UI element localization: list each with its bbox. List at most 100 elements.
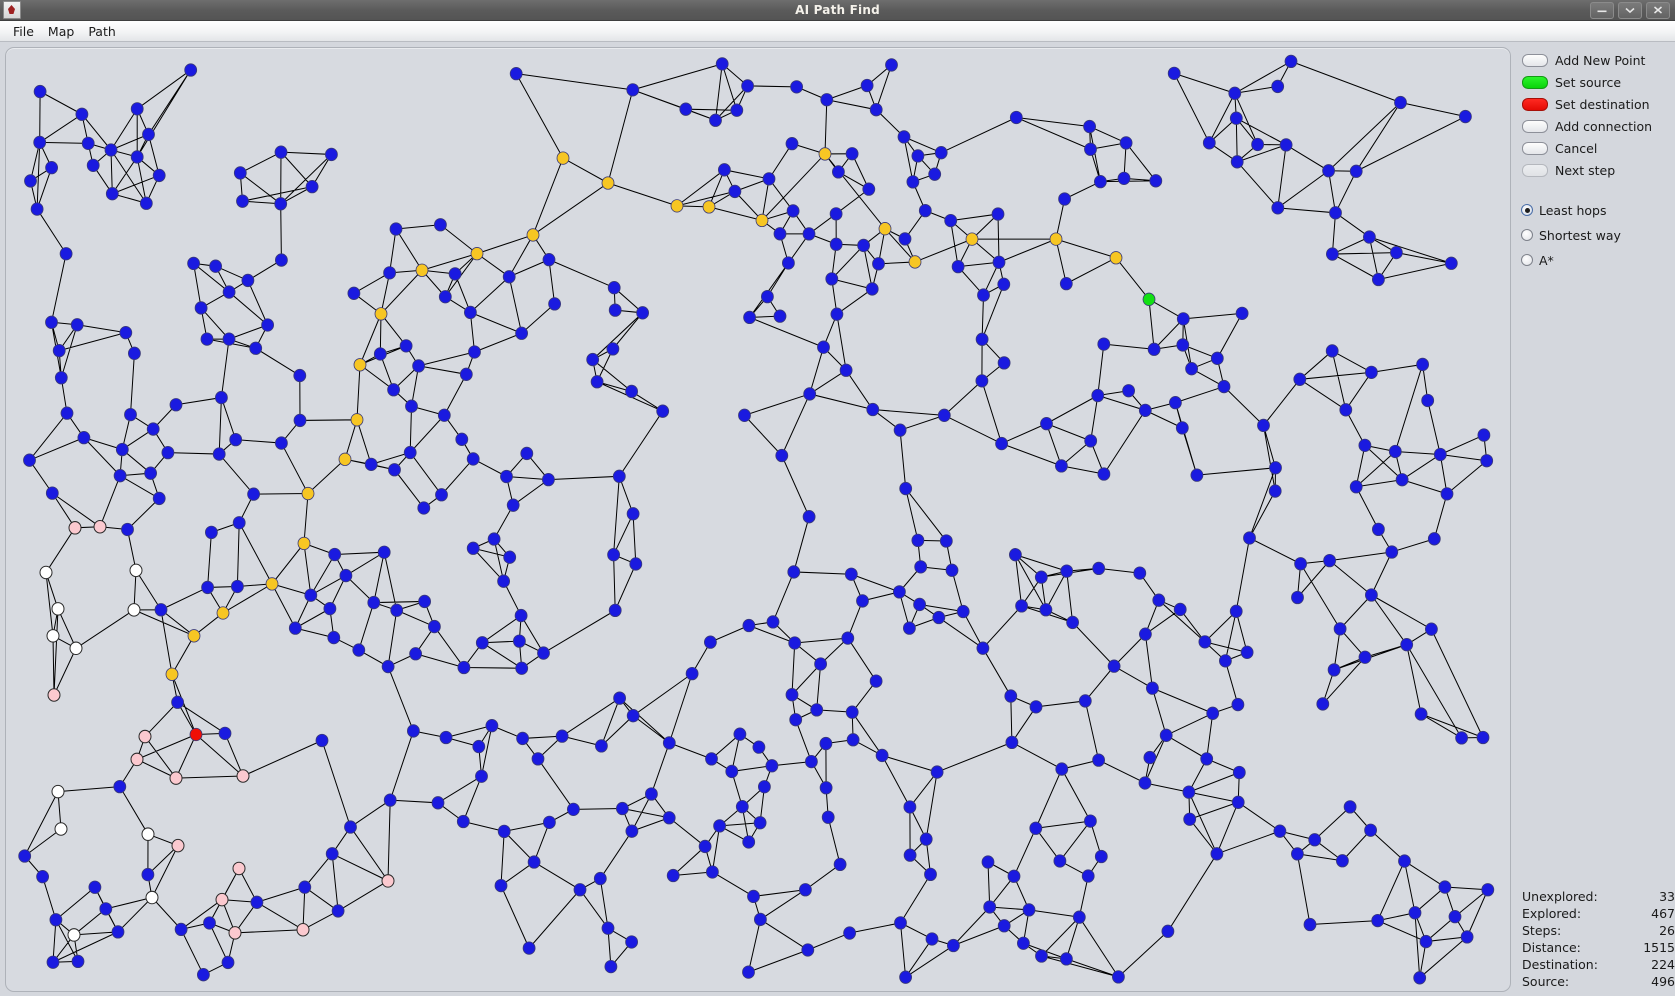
graph-node-explored[interactable]	[119, 326, 133, 340]
graph-node-explored[interactable]	[762, 172, 776, 186]
graph-node-explored[interactable]	[741, 79, 754, 93]
graph-node-explored[interactable]	[516, 731, 529, 746]
graph-node-explored[interactable]	[497, 824, 511, 839]
graph-node-explored[interactable]	[115, 442, 129, 457]
graph-node-explored[interactable]	[431, 796, 445, 810]
graph-node-explored[interactable]	[773, 309, 787, 323]
graph-node-explored[interactable]	[45, 315, 58, 329]
graph-node-explored[interactable]	[274, 145, 288, 159]
graph-node-explored[interactable]	[790, 80, 803, 94]
graph-node-path[interactable]	[670, 199, 684, 213]
graph-node-explored[interactable]	[819, 781, 833, 795]
graph-node-explored[interactable]	[1210, 351, 1224, 365]
graph-node-explored[interactable]	[466, 452, 480, 466]
graph-node-explored[interactable]	[383, 266, 397, 280]
graph-node-explored[interactable]	[144, 466, 158, 480]
graph-node-explored[interactable]	[906, 175, 920, 189]
tool-add-new-point[interactable]: Add New Point	[1522, 50, 1675, 71]
graph-node-path[interactable]	[526, 228, 540, 242]
graph-node-explored[interactable]	[832, 165, 845, 179]
graph-node-unexplored[interactable]	[39, 565, 53, 580]
graph-node-explored[interactable]	[825, 272, 839, 286]
graph-node-path[interactable]	[165, 667, 179, 681]
graph-node-explored[interactable]	[475, 636, 489, 650]
graph-node-explored[interactable]	[567, 802, 580, 817]
graph-node-explored[interactable]	[347, 286, 361, 300]
graph-node-explored[interactable]	[758, 780, 771, 794]
graph-node-explored[interactable]	[1273, 824, 1287, 838]
graph-node-explored[interactable]	[293, 413, 307, 428]
graph-node-explored[interactable]	[1455, 731, 1468, 745]
graph-node-explored[interactable]	[753, 816, 767, 830]
graph-node-explored[interactable]	[586, 352, 600, 367]
graph-node-explored[interactable]	[81, 136, 95, 150]
graph-node-explored[interactable]	[893, 585, 906, 599]
graph-node-explored[interactable]	[857, 238, 870, 253]
graph-node-explored[interactable]	[844, 567, 858, 581]
graph-node-explored[interactable]	[1200, 752, 1214, 766]
graph-node-explored[interactable]	[636, 306, 649, 320]
graph-node-explored[interactable]	[459, 367, 473, 381]
graph-node-explored[interactable]	[506, 498, 520, 512]
graph-node-explored[interactable]	[1176, 312, 1190, 326]
graph-node-explored[interactable]	[527, 855, 541, 869]
graph-node-explored[interactable]	[911, 533, 925, 548]
graph-node-path[interactable]	[338, 452, 352, 466]
graph-node-explored[interactable]	[1388, 444, 1402, 459]
graph-node-frontier[interactable]	[138, 729, 152, 744]
graph-node-explored[interactable]	[218, 726, 232, 740]
graph-node-explored[interactable]	[885, 58, 898, 72]
graph-node-explored[interactable]	[250, 895, 264, 909]
graph-node-explored[interactable]	[232, 516, 246, 530]
graph-node-explored[interactable]	[352, 643, 366, 657]
graph-node-explored[interactable]	[733, 727, 747, 741]
graph-node-explored[interactable]	[323, 601, 337, 616]
graph-node-explored[interactable]	[456, 814, 470, 829]
graph-node-explored[interactable]	[820, 93, 834, 107]
graph-node-explored[interactable]	[829, 237, 843, 251]
graph-node-explored[interactable]	[735, 800, 749, 814]
graph-node-explored[interactable]	[222, 332, 236, 346]
graph-node-explored[interactable]	[911, 149, 925, 163]
graph-node-explored[interactable]	[201, 580, 215, 595]
graph-node-explored[interactable]	[805, 754, 818, 769]
graph-node-unexplored[interactable]	[51, 784, 65, 799]
graph-node-explored[interactable]	[531, 752, 545, 766]
graph-node-explored[interactable]	[1029, 700, 1043, 714]
graph-node-path[interactable]	[908, 255, 922, 269]
graph-node-explored[interactable]	[862, 182, 876, 196]
graph-node-explored[interactable]	[730, 103, 744, 117]
graph-node-explored[interactable]	[1284, 54, 1298, 69]
graph-node-explored[interactable]	[1358, 650, 1372, 664]
graph-node-explored[interactable]	[899, 481, 913, 496]
graph-node-explored[interactable]	[204, 525, 218, 540]
graph-node-explored[interactable]	[765, 759, 779, 773]
graph-node-explored[interactable]	[1293, 372, 1307, 386]
graph-node-explored[interactable]	[502, 270, 516, 284]
graph-node-explored[interactable]	[893, 423, 907, 437]
graph-node-explored[interactable]	[1202, 136, 1216, 150]
graph-node-explored[interactable]	[196, 968, 210, 982]
graph-node-explored[interactable]	[18, 849, 32, 863]
graph-node-explored[interactable]	[417, 501, 431, 515]
graph-node-explored[interactable]	[1365, 588, 1378, 602]
graph-node-explored[interactable]	[1084, 142, 1097, 156]
graph-node-explored[interactable]	[898, 232, 912, 246]
graph-node-explored[interactable]	[113, 469, 127, 483]
graph-node-frontier[interactable]	[381, 874, 395, 888]
graph-node-explored[interactable]	[1230, 155, 1244, 169]
graph-node-explored[interactable]	[247, 487, 261, 501]
graph-node-explored[interactable]	[1371, 913, 1385, 928]
graph-node-explored[interactable]	[1243, 531, 1256, 545]
graph-node-explored[interactable]	[463, 305, 477, 320]
graph-node-explored[interactable]	[1329, 206, 1342, 220]
graph-node-explored[interactable]	[389, 222, 403, 236]
graph-node-explored[interactable]	[975, 332, 989, 346]
graph-node-explored[interactable]	[1058, 192, 1071, 206]
graph-node-explored[interactable]	[154, 603, 168, 617]
graph-node-explored[interactable]	[1059, 276, 1073, 291]
graph-node-explored[interactable]	[1460, 930, 1474, 944]
graph-node-explored[interactable]	[339, 568, 353, 583]
graph-node-explored[interactable]	[1083, 119, 1096, 134]
graph-node-explored[interactable]	[913, 597, 926, 612]
